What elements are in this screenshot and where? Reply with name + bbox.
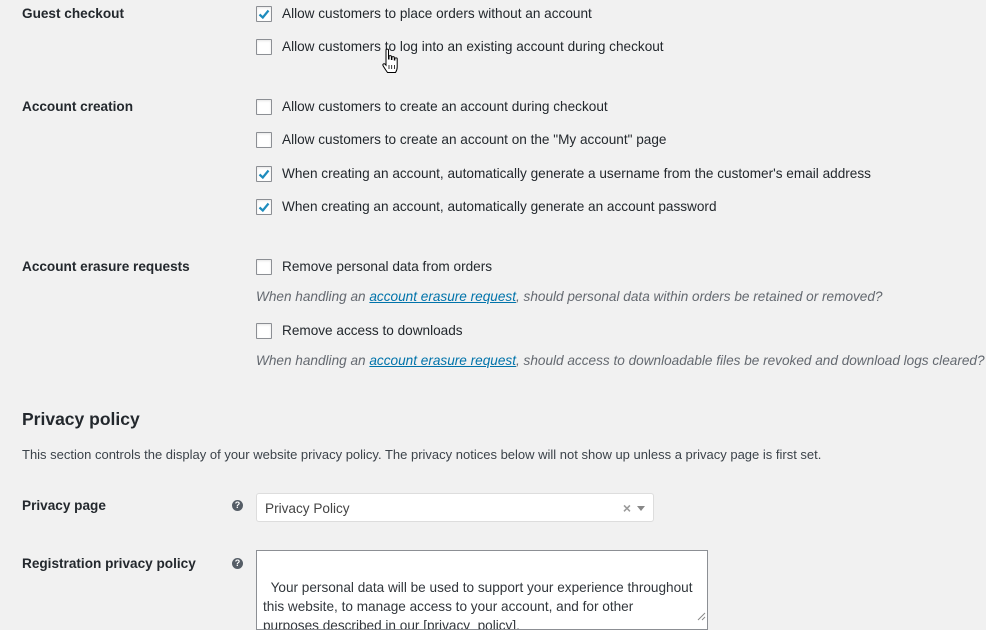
registration-privacy-policy-textarea[interactable]: Your personal data will be used to suppo… — [256, 550, 708, 630]
option-create-account-my-account[interactable]: Allow customers to create an account on … — [256, 131, 666, 149]
description-prefix: When handling an — [256, 289, 370, 304]
checkbox-remove-download-access[interactable] — [256, 323, 272, 339]
option-label: Allow customers to create an account dur… — [282, 99, 608, 114]
option-label: Allow customers to log into an existing … — [282, 39, 664, 54]
account-creation-label: Account creation — [22, 99, 134, 114]
description-suffix: , should access to downloadable files be… — [515, 353, 985, 368]
erasure-orders-description: When handling an account erasure request… — [256, 288, 882, 306]
privacy-page-selected-value: Privacy Policy — [265, 501, 350, 516]
option-label: When creating an account, automatically … — [282, 199, 717, 214]
option-label: Allow customers to create an account on … — [282, 132, 667, 147]
checkmark-icon — [258, 9, 270, 20]
privacy-policy-description: This section controls the display of you… — [22, 447, 822, 462]
privacy-page-select[interactable]: Privacy Policy × — [256, 493, 654, 522]
help-icon[interactable]: ? — [232, 500, 243, 511]
option-place-orders-without-account[interactable]: Allow customers to place orders without … — [256, 5, 592, 23]
privacy-policy-heading: Privacy policy — [22, 409, 140, 429]
erasure-downloads-description: When handling an account erasure request… — [256, 352, 985, 370]
option-generate-password[interactable]: When creating an account, automatically … — [256, 198, 717, 216]
option-remove-download-access[interactable]: Remove access to downloads — [256, 322, 463, 340]
help-icon[interactable]: ? — [232, 558, 243, 569]
checkbox-create-account-my-account[interactable] — [256, 132, 272, 148]
description-suffix: , should personal data within orders be … — [515, 289, 883, 304]
checkbox-generate-password[interactable] — [256, 199, 272, 215]
clear-selection-icon[interactable]: × — [623, 500, 631, 516]
checkbox-create-account-checkout[interactable] — [256, 99, 272, 115]
option-label: Remove personal data from orders — [282, 259, 493, 274]
option-generate-username[interactable]: When creating an account, automatically … — [256, 165, 871, 183]
checkbox-login-during-checkout[interactable] — [256, 39, 272, 55]
option-label: Remove access to downloads — [282, 323, 463, 338]
guest-checkout-label: Guest checkout — [22, 6, 124, 21]
resize-handle-icon[interactable] — [697, 612, 706, 621]
option-label: When creating an account, automatically … — [282, 166, 871, 181]
registration-privacy-policy-label: Registration privacy policy — [22, 556, 196, 571]
privacy-page-label: Privacy page — [22, 498, 106, 513]
account-erasure-request-link[interactable]: account erasure request — [369, 289, 516, 304]
checkmark-icon — [258, 169, 270, 180]
option-remove-personal-data[interactable]: Remove personal data from orders — [256, 258, 492, 276]
account-erasure-label: Account erasure requests — [22, 259, 190, 274]
checkbox-remove-personal-data[interactable] — [256, 259, 272, 275]
checkbox-generate-username[interactable] — [256, 166, 272, 182]
account-erasure-request-link[interactable]: account erasure request — [369, 353, 516, 368]
dropdown-arrow-icon[interactable] — [637, 506, 645, 511]
checkbox-place-orders-without-account[interactable] — [256, 6, 272, 22]
checkmark-icon — [258, 202, 270, 213]
option-create-account-checkout[interactable]: Allow customers to create an account dur… — [256, 98, 608, 116]
option-label: Allow customers to place orders without … — [282, 6, 592, 21]
option-login-during-checkout[interactable]: Allow customers to log into an existing … — [256, 38, 664, 56]
hand-pointer-cursor-icon — [382, 48, 398, 73]
description-prefix: When handling an — [256, 353, 370, 368]
